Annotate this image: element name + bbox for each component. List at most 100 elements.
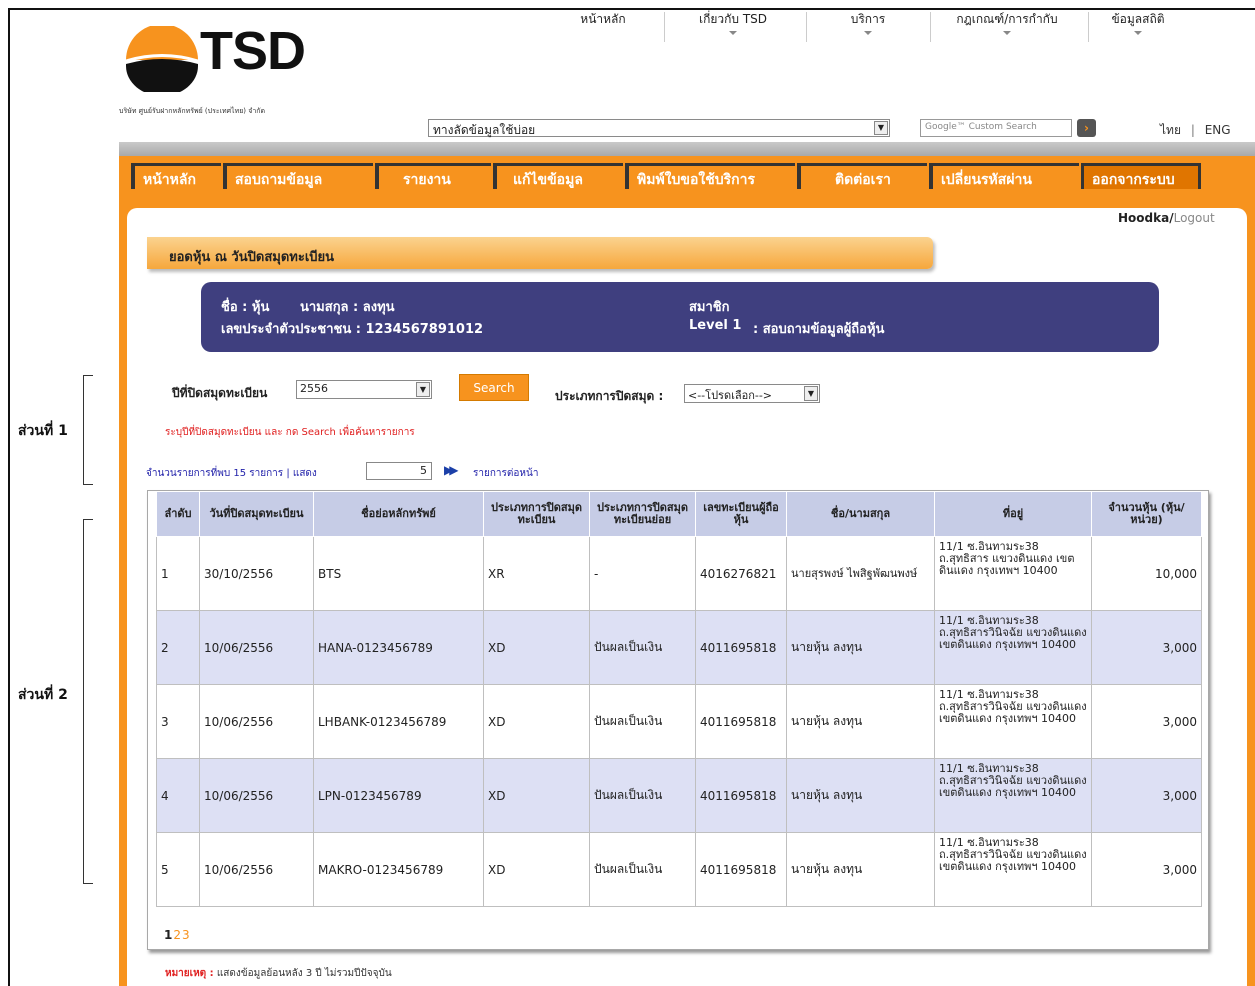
column-header: จำนวนหุ้น (หุ้น/หน่วย) — [1091, 491, 1202, 537]
pagination: 123 — [164, 928, 190, 942]
topnav-home[interactable]: หน้าหลัก — [568, 10, 638, 29]
tab-print-form[interactable]: พิมพ์ใบขอใช้บริการ — [625, 163, 795, 189]
column-header: เลขทะเบียนผู้ถือหุ้น — [695, 491, 787, 537]
logout-link[interactable]: Logout — [1174, 211, 1215, 225]
fast-forward-icon[interactable]: ▶▶ — [444, 463, 459, 477]
cell-close-subtype: ปันผลเป็นเงิน — [589, 610, 696, 685]
tab-home[interactable]: หน้าหลัก — [131, 163, 221, 189]
cell-close-type: XR — [483, 536, 590, 611]
column-header: ชื่อ/นามสกุล — [786, 491, 935, 537]
tab-logout[interactable]: ออกจากระบบ — [1081, 163, 1201, 189]
cell-shares: 3,000 — [1091, 832, 1202, 907]
cell-close-type: XD — [483, 684, 590, 759]
results-table-wrap: ลำดับ วันที่ปิดสมุดทะเบียน ชื่อย่อหลักทร… — [147, 490, 1209, 950]
topnav-about[interactable]: เกี่ยวกับ TSD — [678, 10, 788, 35]
footnote-text: แสดงข้อมูลย้อนหลัง 3 ปี ไม่รวมปีปัจจุบัน — [216, 968, 392, 979]
per-page-label: รายการต่อหน้า — [473, 468, 539, 479]
lang-th[interactable]: ไทย — [1160, 123, 1181, 137]
cell-holder-reg: 4011695818 — [695, 684, 787, 759]
cell-close-type: XD — [483, 758, 590, 833]
cell-shares: 3,000 — [1091, 610, 1202, 685]
nav-top-strip — [119, 142, 1255, 156]
top-nav: หน้าหลัก เกี่ยวกับ TSD บริการ กฎเกณฑ์/กา… — [548, 8, 1255, 42]
section-title: ยอดหุ้น ณ วันปิดสมุดทะเบียน — [147, 237, 933, 269]
cell-holder-reg: 4011695818 — [695, 758, 787, 833]
quick-links-value: ทางลัดข้อมูลใช้บ่อย — [433, 123, 536, 137]
search-button[interactable]: Search — [459, 374, 529, 401]
topnav-separator — [806, 12, 807, 42]
cell-symbol: LPN-0123456789 — [313, 758, 484, 833]
page-link[interactable]: 3 — [182, 928, 190, 942]
cell-holder-name: นายหุ้น ลงทุน — [786, 610, 935, 685]
tab-report[interactable]: รายงาน — [375, 163, 491, 189]
footnote: หมายเหตุ : แสดงข้อมูลย้อนหลัง 3 ปี ไม่รว… — [165, 966, 392, 981]
quick-links-select[interactable]: ทางลัดข้อมูลใช้บ่อย ▼ — [428, 119, 890, 137]
tab-contact[interactable]: ติดต่อเรา — [797, 163, 927, 189]
cell-address: 11/1 ซ.อินทามระ38 ถ.สุทธิสารวินิจฉัย แขว… — [934, 758, 1092, 833]
chevron-down-icon — [864, 31, 872, 35]
topnav-separator — [930, 12, 931, 42]
cell-close-subtype: - — [589, 536, 696, 611]
topnav-statistics[interactable]: ข้อมูลสถิติ — [1098, 10, 1178, 35]
section-2-bracket — [83, 519, 93, 884]
cell-symbol: LHBANK-0123456789 — [313, 684, 484, 759]
topnav-about-label: เกี่ยวกับ TSD — [698, 12, 768, 26]
table-row: 4 10/06/2556 LPN-0123456789 XD ปันผลเป็น… — [156, 758, 1202, 833]
close-type-value: <--โปรดเลือก--> — [688, 389, 773, 402]
tab-edit-info[interactable]: แก้ไขข้อมูล — [493, 163, 623, 189]
cell-holder-name: นายหุ้น ลงทุน — [786, 832, 935, 907]
cell-symbol: HANA-0123456789 — [313, 610, 484, 685]
table-row: 3 10/06/2556 LHBANK-0123456789 XD ปันผลเ… — [156, 684, 1202, 759]
lang-separator: | — [1190, 123, 1195, 137]
results-table: ลำดับ วันที่ปิดสมุดทะเบียน ชื่อย่อหลักทร… — [156, 491, 1202, 907]
search-hint: ระบุปีที่ปิดสมุดทะเบียน และ กด Search เพ… — [165, 427, 415, 438]
result-count: จำนวนรายการที่พบ 15 รายการ | แสดง — [146, 468, 317, 479]
search-go-icon[interactable]: › — [1077, 119, 1096, 137]
cell-symbol: BTS — [313, 536, 484, 611]
cell-close-date: 10/06/2556 — [199, 758, 314, 833]
close-type-select[interactable]: <--โปรดเลือก--> ▼ — [684, 384, 820, 403]
tab-inquiry[interactable]: สอบถามข้อมูล — [223, 163, 373, 189]
main-nav: หน้าหลัก สอบถามข้อมูล รายงาน แก้ไขข้อมูล… — [119, 156, 1255, 190]
cell-close-subtype: ปันผลเป็นเงิน — [589, 832, 696, 907]
google-search-input[interactable]: Google™ Custom Search — [920, 119, 1072, 137]
cell-shares: 3,000 — [1091, 684, 1202, 759]
year-select[interactable]: 2556 ▼ — [296, 380, 432, 399]
lang-en[interactable]: ENG — [1205, 123, 1231, 137]
cell-holder-name: นายหุ้น ลงทุน — [786, 758, 935, 833]
topnav-services[interactable]: บริการ — [828, 10, 908, 35]
cell-close-subtype: ปันผลเป็นเงิน — [589, 758, 696, 833]
chevron-down-icon — [729, 31, 737, 35]
company-name: บริษัท ศูนย์รับฝากหลักทรัพย์ (ประเทศไทย)… — [119, 107, 266, 115]
table-row: 2 10/06/2556 HANA-0123456789 XD ปันผลเป็… — [156, 610, 1202, 685]
cell-address: 11/1 ซ.อินทามระ38 ถ.สุทธิสาร แขวงดินแดง … — [934, 536, 1092, 611]
topnav-home-label: หน้าหลัก — [580, 12, 626, 26]
dropdown-arrow-icon: ▼ — [874, 121, 888, 135]
page-link[interactable]: 2 — [173, 928, 181, 942]
section-2-label: ส่วนที่ 2 — [18, 687, 68, 703]
cell-symbol: MAKRO-0123456789 — [313, 832, 484, 907]
cell-no: 1 — [156, 536, 200, 611]
topnav-regulation-label: กฎเกณฑ์/การกำกับ — [956, 12, 1058, 26]
member-surname: นามสกุล : ลงทุน — [300, 300, 395, 315]
cell-shares: 3,000 — [1091, 758, 1202, 833]
tab-change-password[interactable]: เปลี่ยนรหัสผ่าน — [929, 163, 1079, 189]
tsd-logo[interactable] — [122, 24, 202, 96]
page-current: 1 — [164, 928, 173, 942]
cell-holder-reg: 4011695818 — [695, 610, 787, 685]
member-info-box: ชื่อ : หุ้น นามสกุล : ลงทุน เลขประจำตัวป… — [201, 282, 1159, 352]
cell-no: 4 — [156, 758, 200, 833]
cell-close-subtype: ปันผลเป็นเงิน — [589, 684, 696, 759]
topnav-statistics-label: ข้อมูลสถิติ — [1111, 12, 1165, 26]
column-header: ประเภทการปิดสมุดทะเบียน — [483, 491, 590, 537]
cell-close-type: XD — [483, 610, 590, 685]
user-info: Hoodka/Logout — [1118, 211, 1215, 225]
footnote-label: หมายเหตุ : — [165, 968, 214, 979]
per-page-input[interactable]: 5 — [366, 462, 432, 480]
member-type: สมาชิก — [689, 300, 730, 315]
cell-holder-name: นายสุรพงษ์ ไพสิฐพัฒนพงษ์ — [786, 536, 935, 611]
cell-close-type: XD — [483, 832, 590, 907]
topnav-regulation[interactable]: กฎเกณฑ์/การกำกับ — [944, 10, 1070, 35]
topnav-separator — [1088, 12, 1089, 42]
topnav-separator — [664, 12, 665, 42]
